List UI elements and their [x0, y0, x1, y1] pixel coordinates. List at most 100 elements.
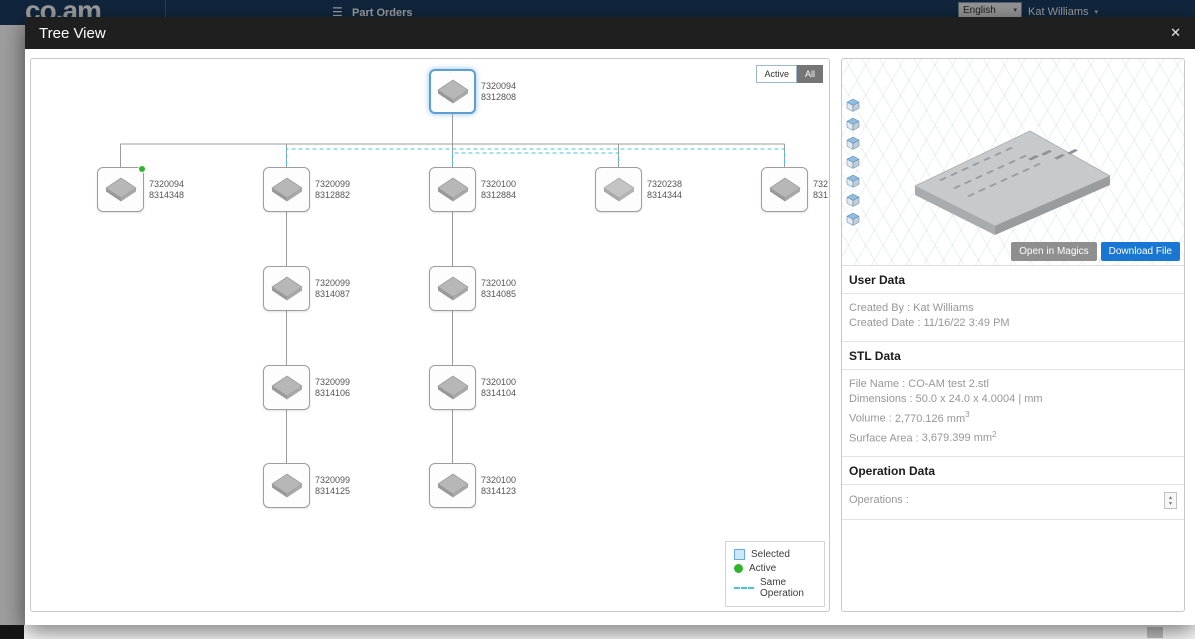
stl-data-header: STL Data: [842, 342, 1184, 370]
part-node-box[interactable]: [263, 463, 310, 508]
part-node-box[interactable]: [97, 167, 144, 212]
field-label: Created Date :: [849, 317, 921, 329]
horizontal-scrollbar-thumb[interactable]: [1147, 627, 1163, 638]
field-label: Created By :: [849, 302, 910, 314]
part-plate-icon: [270, 472, 304, 499]
part-node-labels: 7320100 8312884: [481, 179, 516, 201]
part-node-labels: 7320100 8314085: [481, 278, 516, 300]
tree-view-modal: Tree View ✕ Active All: [25, 17, 1195, 625]
unit-exponent: 2: [992, 430, 996, 439]
unit-exponent: 3: [965, 410, 969, 419]
field-label: File Name :: [849, 378, 905, 390]
horizontal-scrollbar: [0, 625, 1195, 639]
field-label: Surface Area :: [849, 432, 919, 444]
part-number: 7320099: [315, 377, 350, 388]
operation-data-header: Operation Data: [842, 457, 1184, 485]
spinner-down-icon[interactable]: ▾: [1169, 501, 1172, 507]
part-plate-icon: [436, 374, 470, 401]
viewer-toolbar: [845, 97, 861, 227]
part-plate-icon: [436, 176, 470, 203]
tree-node[interactable]: 7320100 8314085: [429, 266, 516, 311]
legend-row-same-operation: Same Operation: [734, 577, 816, 599]
tree-node[interactable]: 7320100 8314104: [429, 365, 516, 410]
build-number: 8314087: [315, 289, 350, 300]
user-data-section: Created By :Kat Williams Created Date :1…: [842, 294, 1184, 342]
part-number: 7320100: [481, 475, 516, 486]
part-node-box[interactable]: [761, 167, 808, 212]
part-number: 732: [813, 179, 828, 190]
open-in-magics-button[interactable]: Open in Magics: [1011, 242, 1096, 261]
legend-row-selected: Selected: [734, 549, 816, 560]
view-cube-icon[interactable]: [845, 116, 861, 132]
part-node-labels: 7320100 8314123: [481, 475, 516, 497]
part-plate-icon: [436, 78, 470, 105]
view-cube-icon[interactable]: [845, 135, 861, 151]
view-cube-icon[interactable]: [845, 173, 861, 189]
legend-label: Selected: [751, 549, 790, 560]
part-node-box[interactable]: [429, 167, 476, 212]
field-label: Dimensions :: [849, 393, 913, 405]
tree-node[interactable]: 7320099 8314106: [263, 365, 350, 410]
part-plate-icon: [602, 176, 636, 203]
active-indicator-dot: [138, 165, 146, 173]
tree-node[interactable]: 7320094 8314348: [97, 167, 184, 212]
close-icon[interactable]: ✕: [1170, 25, 1181, 41]
part-node-box[interactable]: [429, 463, 476, 508]
view-cube-icon[interactable]: [845, 211, 861, 227]
modal-title: Tree View: [39, 25, 106, 42]
tree-node[interactable]: 7320099 8314125: [263, 463, 350, 508]
details-panel: Open in Magics Download File User Data C…: [841, 58, 1185, 612]
part-number: 7320238: [647, 179, 682, 190]
part-node-box[interactable]: [263, 266, 310, 311]
modal-body: Active All: [25, 49, 1195, 625]
field-value: 3,679.399 mm: [922, 432, 992, 444]
surface-area-row: Surface Area :3,679.399 mm2: [849, 427, 1177, 447]
build-number: 8314348: [149, 190, 184, 201]
filter-active-button[interactable]: Active: [756, 65, 797, 83]
part-plate-icon: [270, 374, 304, 401]
build-number: 8314085: [481, 289, 516, 300]
bottom-left-corner: [0, 625, 24, 639]
part-node-box[interactable]: [263, 167, 310, 212]
file-name-row: File Name :CO-AM test 2.stl: [849, 377, 1177, 392]
part-node-box-selected[interactable]: [429, 69, 476, 114]
field-value: Kat Williams: [913, 302, 974, 314]
tree-node[interactable]: 7320100 8312884: [429, 167, 516, 212]
3d-viewer[interactable]: Open in Magics Download File: [842, 59, 1184, 266]
build-number: 8314125: [315, 486, 350, 497]
part-node-labels: 7320238 8314344: [647, 179, 682, 201]
field-label: Operations :: [849, 493, 909, 508]
part-plate-icon: [768, 176, 802, 203]
view-cube-icon[interactable]: [845, 154, 861, 170]
part-node-box[interactable]: [595, 167, 642, 212]
part-node-box[interactable]: [429, 266, 476, 311]
view-cube-icon[interactable]: [845, 192, 861, 208]
part-number: 7320094: [481, 81, 516, 92]
part-node-labels: 732 831: [813, 179, 828, 201]
build-number: 8314106: [315, 388, 350, 399]
view-cube-icon[interactable]: [845, 97, 861, 113]
part-number: 7320099: [315, 475, 350, 486]
part-plate-icon: [104, 176, 138, 203]
tree-node[interactable]: 732 831: [761, 167, 828, 212]
download-file-button[interactable]: Download File: [1101, 242, 1180, 261]
part-node-labels: 7320094 8312808: [481, 81, 516, 103]
part-node-box[interactable]: [263, 365, 310, 410]
tree-node-root[interactable]: 7320094 8312808: [429, 69, 516, 114]
filter-all-button[interactable]: All: [797, 65, 823, 83]
part-node-box[interactable]: [429, 365, 476, 410]
tree-node[interactable]: 7320238 8314344: [595, 167, 682, 212]
active-dot-icon: [734, 564, 743, 573]
stl-data-section: File Name :CO-AM test 2.stl Dimensions :…: [842, 370, 1184, 457]
tree-node[interactable]: 7320100 8314123: [429, 463, 516, 508]
selected-swatch-icon: [734, 549, 745, 560]
tree-node[interactable]: 7320099 8314087: [263, 266, 350, 311]
created-date-row: Created Date :11/16/22 3:49 PM: [849, 316, 1177, 331]
stl-model-preview: [842, 59, 1184, 266]
user-data-header: User Data: [842, 266, 1184, 294]
tree-node[interactable]: 7320099 8312882: [263, 167, 350, 212]
part-number: 7320099: [315, 278, 350, 289]
operations-stepper[interactable]: ▴ ▾: [1164, 492, 1177, 509]
build-number: 8312808: [481, 92, 516, 103]
tree-legend: Selected Active Same Operation: [725, 541, 825, 607]
